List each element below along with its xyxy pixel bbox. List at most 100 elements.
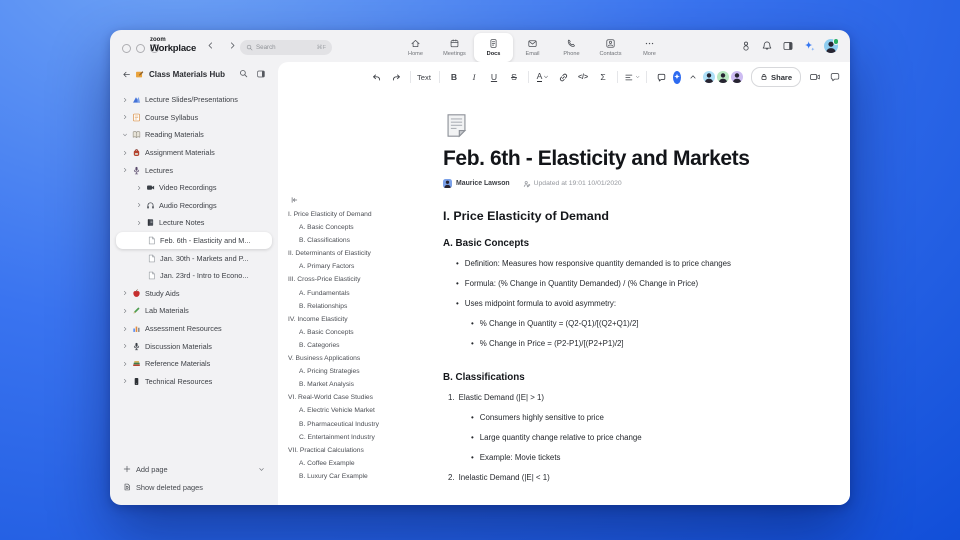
sidebar-item-assignment-materials[interactable]: Assignment Materials bbox=[116, 144, 272, 162]
chevron-right-icon[interactable] bbox=[122, 378, 128, 384]
outline-item[interactable]: I. Price Elasticity of Demand bbox=[288, 208, 406, 221]
underline-button[interactable]: U bbox=[484, 69, 504, 86]
video-call-icon[interactable] bbox=[809, 71, 821, 83]
chevron-right-icon[interactable] bbox=[122, 97, 128, 103]
search-input[interactable]: Search ⌘F bbox=[240, 40, 332, 55]
chevron-right-icon[interactable] bbox=[136, 220, 142, 226]
strikethrough-button[interactable]: S bbox=[504, 69, 524, 86]
sidebar-item-audio-recordings[interactable]: Audio Recordings bbox=[116, 197, 272, 215]
sidebar-item-video-recordings[interactable]: Video Recordings bbox=[116, 179, 272, 197]
sidebar-item-lecture-notes[interactable]: Lecture Notes bbox=[116, 214, 272, 232]
nav-forward-icon[interactable] bbox=[228, 41, 237, 50]
chevron-right-icon[interactable] bbox=[122, 343, 128, 349]
align-dropdown[interactable] bbox=[622, 69, 642, 86]
chevron-right-icon[interactable] bbox=[136, 202, 142, 208]
chevron-right-icon[interactable] bbox=[122, 114, 128, 120]
outline-item[interactable]: IV. Income Elasticity bbox=[288, 313, 406, 326]
italic-button[interactable]: I bbox=[464, 69, 484, 86]
tab-email[interactable]: Email bbox=[513, 34, 552, 61]
outline-collapse-icon[interactable] bbox=[290, 196, 298, 204]
outline-item[interactable]: II. Determinants of Elasticity bbox=[288, 247, 406, 260]
add-page-button[interactable]: Add page bbox=[116, 460, 272, 478]
sidebar-item-study-aids[interactable]: Study Aids bbox=[116, 285, 272, 303]
chevron-right-icon[interactable] bbox=[136, 185, 142, 191]
add-page-chevron-icon[interactable] bbox=[258, 466, 265, 473]
outline-item[interactable]: B. Relationships bbox=[288, 300, 406, 313]
tab-phone[interactable]: Phone bbox=[552, 34, 591, 61]
collaborator-avatar-1[interactable] bbox=[703, 71, 715, 83]
close-window-button[interactable] bbox=[122, 44, 131, 53]
outline-item[interactable]: B. Categories bbox=[288, 339, 406, 352]
outline-item[interactable]: B. Classifications bbox=[288, 234, 406, 247]
outline-item[interactable]: A. Electric Vehicle Market bbox=[288, 404, 406, 417]
redo-button[interactable] bbox=[386, 69, 406, 86]
chevron-right-icon[interactable] bbox=[122, 308, 128, 314]
sidebar-item-lab-materials[interactable]: Lab Materials bbox=[116, 302, 272, 320]
outline-item[interactable]: V. Business Applications bbox=[288, 352, 406, 365]
back-arrow-icon[interactable] bbox=[122, 70, 131, 79]
sidebar-item-lectures[interactable]: Lectures bbox=[116, 161, 272, 179]
outline-item[interactable]: A. Primary Factors bbox=[288, 260, 406, 273]
tab-contacts[interactable]: Contacts bbox=[591, 34, 630, 61]
collaborator-avatars[interactable] bbox=[703, 71, 743, 83]
nav-back-icon[interactable] bbox=[206, 41, 215, 50]
sidebar-item-jan-23rd-intro-to-econo[interactable]: Jan. 23rd - Intro to Econo... bbox=[116, 267, 272, 285]
collaborator-avatar-3[interactable] bbox=[731, 71, 743, 83]
sidebar-item-assessment-resources[interactable]: Assessment Resources bbox=[116, 320, 272, 338]
activity-icon[interactable] bbox=[740, 40, 752, 52]
chevron-right-icon[interactable] bbox=[122, 167, 128, 173]
chevron-right-icon[interactable] bbox=[122, 290, 128, 296]
code-button[interactable]: </> bbox=[573, 69, 593, 86]
text-style-dropdown[interactable]: Text bbox=[415, 69, 435, 86]
outline-item[interactable]: A. Pricing Strategies bbox=[288, 365, 406, 378]
bell-icon[interactable] bbox=[761, 40, 773, 52]
formula-button[interactable]: Σ bbox=[593, 69, 613, 86]
outline-item[interactable]: A. Coffee Example bbox=[288, 457, 406, 470]
outline-item[interactable]: B. Pharmaceutical Industry bbox=[288, 418, 406, 431]
outline-item[interactable]: VII. Practical Calculations bbox=[288, 444, 406, 457]
sidebar-collapse-icon[interactable] bbox=[256, 69, 266, 79]
share-button[interactable]: Share bbox=[751, 67, 802, 87]
ai-sparkle-icon[interactable] bbox=[803, 40, 815, 52]
outline-item[interactable]: A. Basic Concepts bbox=[288, 221, 406, 234]
sidebar-item-technical-resources[interactable]: Technical Resources bbox=[116, 373, 272, 391]
sidebar-item-reference-materials[interactable]: Reference Materials bbox=[116, 355, 272, 373]
sidebar-item-reading-materials[interactable]: Reading Materials bbox=[116, 126, 272, 144]
chevron-right-icon[interactable] bbox=[122, 326, 128, 332]
outline-item[interactable]: VI. Real-World Case Studies bbox=[288, 391, 406, 404]
chevron-right-icon[interactable] bbox=[122, 150, 128, 156]
sidebar-item-lecture-slides-presentations[interactable]: Lecture Slides/Presentations bbox=[116, 91, 272, 109]
show-deleted-label: Show deleted pages bbox=[136, 482, 203, 492]
sidebar-search-icon[interactable] bbox=[239, 69, 248, 78]
sidebar-item-course-syllabus[interactable]: Course Syllabus bbox=[116, 109, 272, 127]
chevron-right-icon[interactable] bbox=[122, 361, 128, 367]
tab-home[interactable]: Home bbox=[396, 34, 435, 61]
tab-more[interactable]: More bbox=[630, 34, 669, 61]
outline-item[interactable]: B. Luxury Car Example bbox=[288, 470, 406, 483]
outline-item[interactable]: A. Fundamentals bbox=[288, 287, 406, 300]
link-button[interactable] bbox=[553, 69, 573, 86]
chevron-down-icon[interactable] bbox=[122, 132, 128, 138]
outline-item[interactable]: A. Basic Concepts bbox=[288, 326, 406, 339]
sidebar-item-jan-30th-markets-and-p[interactable]: Jan. 30th - Markets and P... bbox=[116, 249, 272, 267]
text-color-dropdown[interactable]: A bbox=[533, 69, 553, 86]
collapse-toolbar-button[interactable] bbox=[683, 69, 703, 86]
tab-docs[interactable]: Docs bbox=[474, 33, 513, 62]
outline-item[interactable]: III. Cross-Price Elasticity bbox=[288, 273, 406, 286]
show-deleted-pages-button[interactable]: Show deleted pages bbox=[116, 478, 272, 496]
comment-button[interactable] bbox=[651, 69, 671, 86]
ai-companion-button[interactable] bbox=[673, 70, 681, 84]
collaborator-avatar-2[interactable] bbox=[717, 71, 729, 83]
user-avatar[interactable] bbox=[824, 38, 839, 53]
undo-button[interactable] bbox=[366, 69, 386, 86]
sidebar-item-feb-6th-elasticity-and-m[interactable]: Feb. 6th - Elasticity and M... bbox=[116, 231, 272, 250]
outline-item[interactable]: B. Market Analysis bbox=[288, 378, 406, 391]
minimize-window-button[interactable] bbox=[136, 44, 145, 53]
sidebar-item-discussion-materials[interactable]: Discussion Materials bbox=[116, 337, 272, 355]
bold-button[interactable]: B bbox=[444, 69, 464, 86]
chat-icon[interactable] bbox=[829, 71, 841, 83]
outline-item[interactable]: C. Entertainment Industry bbox=[288, 431, 406, 444]
panel-toggle-icon[interactable] bbox=[782, 40, 794, 52]
globe-icon[interactable] bbox=[849, 71, 850, 83]
tab-meetings[interactable]: Meetings bbox=[435, 34, 474, 61]
